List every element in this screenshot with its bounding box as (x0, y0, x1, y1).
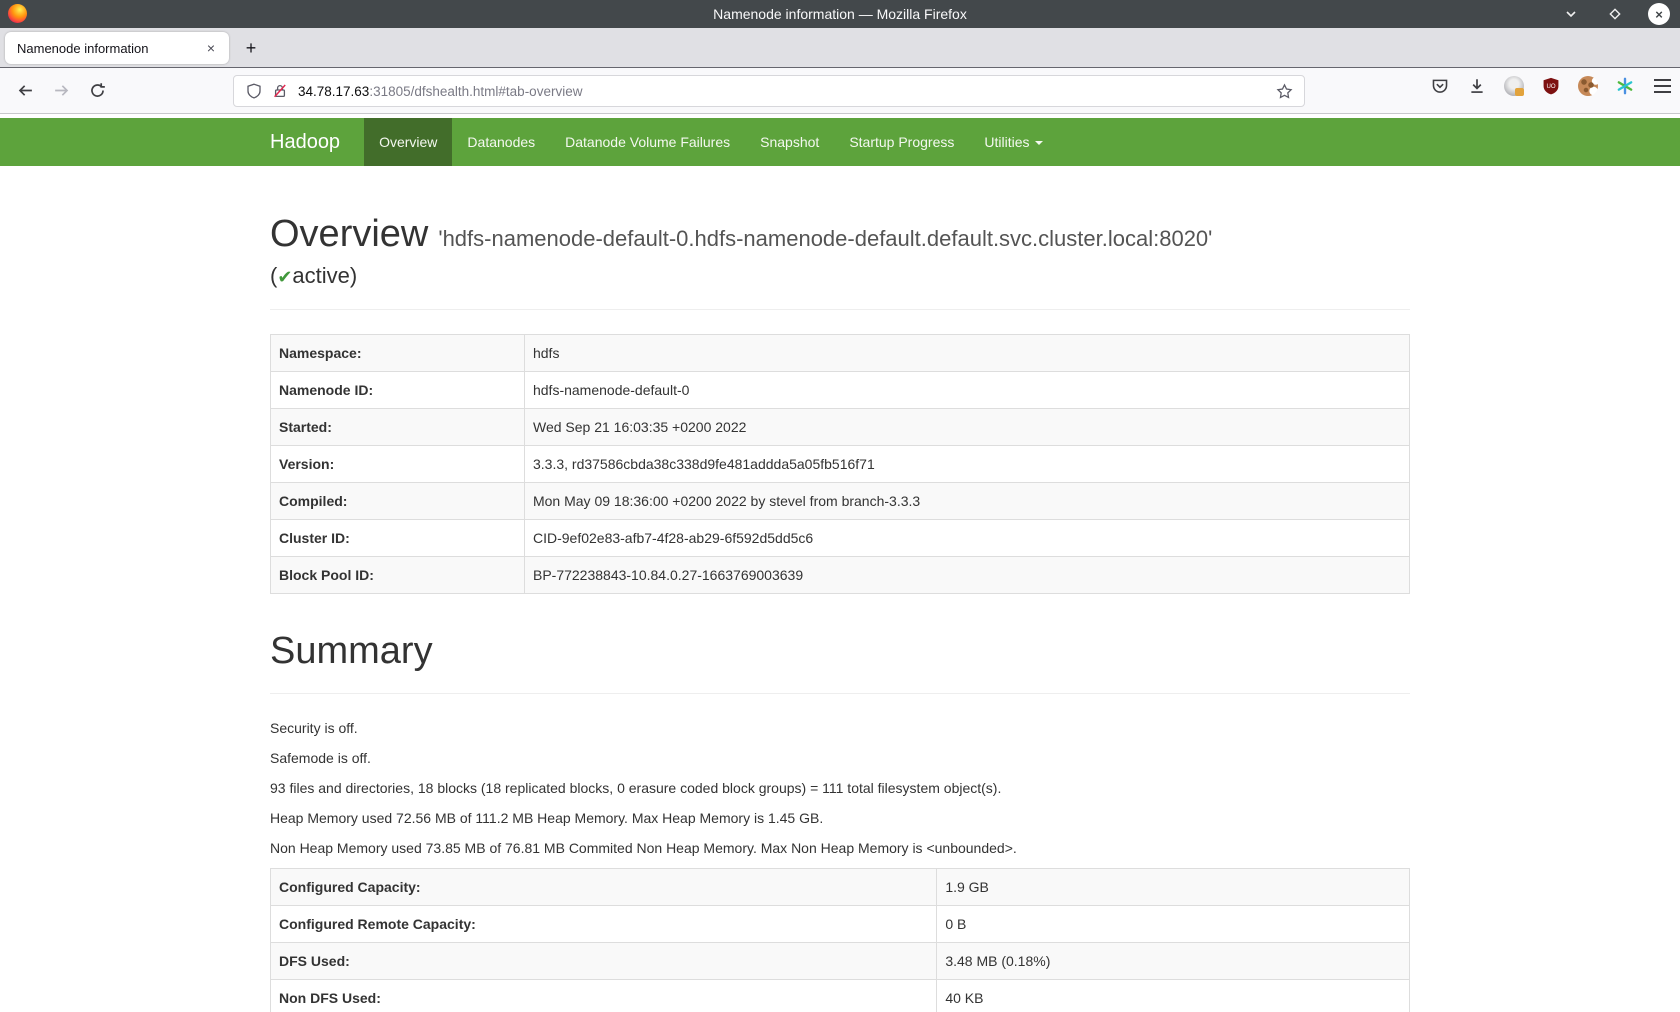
hadoop-navbar: Hadoop Overview Datanodes Datanode Volum… (0, 118, 1680, 166)
table-row: Compiled:Mon May 09 18:36:00 +0200 2022 … (271, 482, 1410, 519)
window-title: Namenode information — Mozilla Firefox (0, 6, 1680, 22)
row-label: Cluster ID: (271, 519, 525, 556)
bookmark-star-icon[interactable] (1274, 81, 1294, 101)
tab-close-icon[interactable]: × (201, 38, 221, 58)
row-label: Started: (271, 408, 525, 445)
firefox-logo-icon (8, 4, 27, 23)
nav-item-datanodes[interactable]: Datanodes (452, 118, 550, 166)
chevron-down-icon (1564, 7, 1578, 21)
overview-title: Overview (270, 213, 428, 255)
row-label: Configured Remote Capacity: (271, 905, 937, 942)
toolbar-extension-icons: UO (1430, 76, 1672, 96)
reload-button[interactable] (82, 76, 112, 106)
table-row: Configured Capacity:1.9 GB (271, 868, 1410, 905)
divider (270, 309, 1410, 310)
tracking-protection-shield-icon[interactable] (244, 81, 264, 101)
row-value: 0 B (937, 905, 1410, 942)
summary-filesystem-objects: 93 files and directories, 18 blocks (18 … (270, 778, 1410, 798)
maximize-button[interactable] (1604, 3, 1626, 25)
row-value: Mon May 09 18:36:00 +0200 2022 by stevel… (524, 482, 1409, 519)
url-path: :31805/dfshealth.html#tab-overview (369, 84, 582, 99)
summary-non-heap-memory: Non Heap Memory used 73.85 MB of 76.81 M… (270, 838, 1410, 858)
table-row: DFS Used:3.48 MB (0.18%) (271, 942, 1410, 979)
row-label: Configured Capacity: (271, 868, 937, 905)
row-value: Wed Sep 21 16:03:35 +0200 2022 (524, 408, 1409, 445)
row-value: hdfs (524, 334, 1409, 371)
tab-label: Namenode information (17, 41, 201, 56)
summary-safemode: Safemode is off. (270, 748, 1410, 768)
tab-namenode-information[interactable]: Namenode information × (5, 32, 229, 64)
status-active-label: active) (292, 263, 357, 288)
summary-heap-memory: Heap Memory used 72.56 MB of 111.2 MB He… (270, 808, 1410, 828)
insecure-lock-icon[interactable] (270, 81, 290, 101)
diamond-icon (1608, 7, 1622, 21)
window-controls: × (1560, 0, 1670, 28)
close-icon: × (1655, 7, 1663, 22)
row-label: DFS Used: (271, 942, 937, 979)
divider (270, 693, 1410, 694)
capacity-table: Configured Capacity:1.9 GB Configured Re… (270, 868, 1410, 1012)
check-icon: ✔ (277, 267, 292, 287)
forward-button[interactable] (46, 76, 76, 106)
caret-down-icon (1035, 141, 1043, 145)
table-row: Namespace:hdfs (271, 334, 1410, 371)
pocket-icon[interactable] (1430, 76, 1450, 96)
table-row: Cluster ID:CID-9ef02e83-afb7-4f28-ab29-6… (271, 519, 1410, 556)
namenode-status: (✔active) (270, 263, 1410, 289)
row-label: Namenode ID: (271, 371, 525, 408)
new-tab-button[interactable]: + (238, 35, 264, 61)
downloads-icon[interactable] (1467, 76, 1487, 96)
ublock-origin-icon[interactable]: UO (1541, 76, 1561, 96)
summary-security: Security is off. (270, 718, 1410, 738)
table-row: Started:Wed Sep 21 16:03:35 +0200 2022 (271, 408, 1410, 445)
namenode-info-table: Namespace:hdfs Namenode ID:hdfs-namenode… (270, 334, 1410, 594)
row-label: Compiled: (271, 482, 525, 519)
navigation-toolbar: 34.78.17.63:31805/dfshealth.html#tab-ove… (0, 68, 1680, 114)
nav-item-snapshot[interactable]: Snapshot (745, 118, 834, 166)
url-bar[interactable]: 34.78.17.63:31805/dfshealth.html#tab-ove… (233, 75, 1305, 107)
tab-strip: Namenode information × + (0, 28, 1680, 68)
minimize-button[interactable] (1560, 3, 1582, 25)
row-value: CID-9ef02e83-afb7-4f28-ab29-6f592d5dd5c6 (524, 519, 1409, 556)
row-label: Block Pool ID: (271, 556, 525, 593)
table-row: Block Pool ID:BP-772238843-10.84.0.27-16… (271, 556, 1410, 593)
url-input[interactable]: 34.78.17.63:31805/dfshealth.html#tab-ove… (298, 84, 1274, 99)
privacy-badger-icon[interactable] (1504, 76, 1524, 96)
page-content: Overview 'hdfs-namenode-default-0.hdfs-na… (270, 212, 1410, 1012)
table-row: Namenode ID:hdfs-namenode-default-0 (271, 371, 1410, 408)
svg-text:UO: UO (1546, 84, 1555, 90)
nav-item-utilities-dropdown[interactable]: Utilities (969, 118, 1057, 166)
forward-arrow-icon (53, 82, 70, 99)
table-row: Version:3.3.3, rd37586cbda38c338d9fe481a… (271, 445, 1410, 482)
nav-item-overview[interactable]: Overview (364, 118, 452, 166)
table-row: Non DFS Used:40 KB (271, 979, 1410, 1012)
window-titlebar: Namenode information — Mozilla Firefox × (0, 0, 1680, 28)
back-arrow-icon (17, 82, 34, 99)
row-label: Non DFS Used: (271, 979, 937, 1012)
cookie-extension-icon[interactable] (1578, 76, 1598, 96)
row-label: Namespace: (271, 334, 525, 371)
asterisk-extension-icon[interactable] (1615, 76, 1635, 96)
row-label: Version: (271, 445, 525, 482)
row-value: 3.3.3, rd37586cbda38c338d9fe481addda5a05… (524, 445, 1409, 482)
back-button[interactable] (10, 76, 40, 106)
close-button[interactable]: × (1648, 3, 1670, 25)
row-value: 3.48 MB (0.18%) (937, 942, 1410, 979)
utilities-label: Utilities (984, 134, 1029, 150)
row-value: 1.9 GB (937, 868, 1410, 905)
summary-heading: Summary (270, 630, 1410, 673)
nav-item-datanode-volume-failures[interactable]: Datanode Volume Failures (550, 118, 745, 166)
menu-hamburger-icon[interactable] (1652, 76, 1672, 96)
navbar-brand-hadoop[interactable]: Hadoop (270, 118, 364, 166)
namenode-endpoint: 'hdfs-namenode-default-0.hdfs-namenode-d… (438, 226, 1212, 251)
table-row: Configured Remote Capacity:0 B (271, 905, 1410, 942)
row-value: 40 KB (937, 979, 1410, 1012)
nav-item-startup-progress[interactable]: Startup Progress (834, 118, 969, 166)
overview-heading: Overview 'hdfs-namenode-default-0.hdfs-na… (270, 212, 1410, 258)
row-value: BP-772238843-10.84.0.27-1663769003639 (524, 556, 1409, 593)
row-value: hdfs-namenode-default-0 (524, 371, 1409, 408)
reload-icon (89, 82, 106, 99)
url-host: 34.78.17.63 (298, 84, 369, 99)
